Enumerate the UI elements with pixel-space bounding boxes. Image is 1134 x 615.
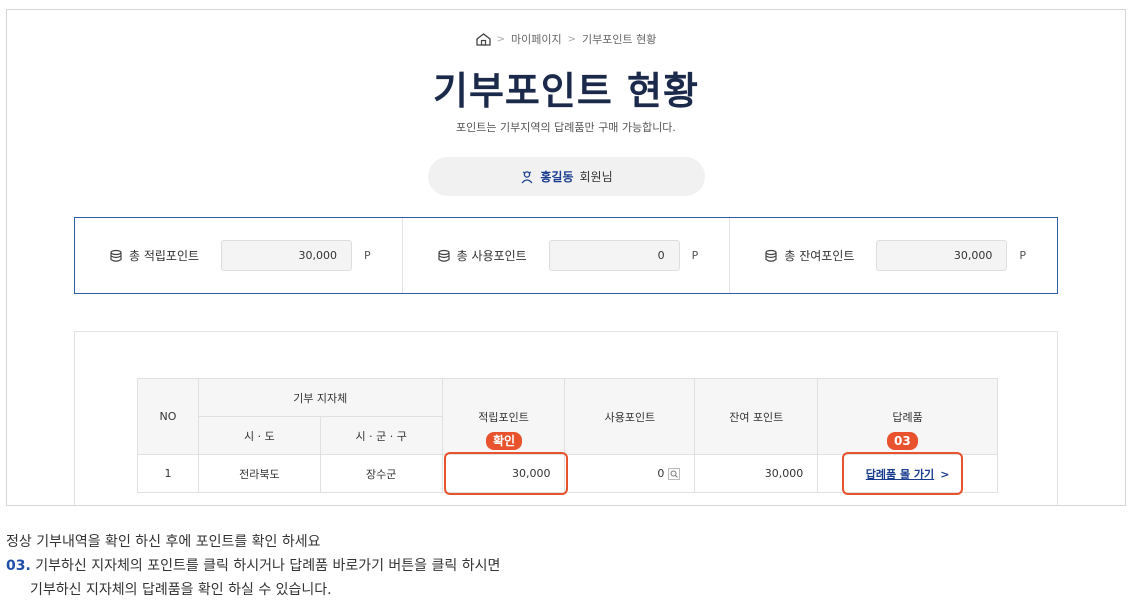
breadcrumb-current: 기부포인트 현황 (582, 33, 657, 46)
cell-sido: 전라북도 (197, 454, 321, 493)
page-subtitle: 포인트는 기부지역의 답례품만 구매 가능합니다. (456, 121, 676, 134)
highlight-earned-points (444, 452, 568, 495)
summary-label: 총 적립포인트 (129, 249, 200, 263)
instruction-text: 기부하신 지자체의 포인트를 클릭 하시거나 답례품 바로가기 버튼을 클릭 하… (30, 558, 501, 574)
search-icon[interactable] (668, 468, 681, 480)
summary-unit: P (364, 249, 371, 262)
instruction-line-1: 정상 기부내역을 확인 하신 후에 포인트를 확인 하세요 (6, 534, 321, 550)
summary-total-remaining: 총 잔여포인트 30,000 P (730, 218, 1057, 293)
summary-value: 30,000 (876, 240, 1008, 271)
user-icon (521, 170, 533, 183)
instruction-line-2: 03. 기부하신 지자체의 포인트를 클릭 하시거나 답례품 바로가기 버튼을 … (6, 554, 500, 578)
summary-label: 총 사용포인트 (456, 249, 527, 263)
coin-stack-icon (765, 249, 777, 262)
summary-label: 총 잔여포인트 (784, 249, 855, 263)
user-name: 홍길동 (540, 170, 574, 184)
summary-value: 30,000 (221, 240, 352, 271)
instructions: 정상 기부내역을 확인 하신 후에 포인트를 확인 하세요 03. 기부하신 지… (6, 530, 500, 602)
coin-stack-icon (110, 249, 122, 262)
summary-total-used: 총 사용포인트 0 P (403, 218, 731, 293)
breadcrumb-mypage[interactable]: 마이페이지 (511, 31, 562, 47)
cell-used-points: 0 (564, 454, 696, 493)
summary-unit: P (691, 249, 699, 262)
cell-sigungu: 장수군 (319, 454, 443, 493)
breadcrumb-separator: > (567, 33, 577, 45)
breadcrumb: > 마이페이지 > 기부포인트 현황 (7, 31, 1125, 47)
header-used: 사용포인트 (564, 378, 696, 455)
confirm-badge: 확인 (486, 432, 523, 450)
step-badge: 03 (887, 432, 918, 450)
coin-stack-icon (438, 249, 450, 262)
points-summary: 총 적립포인트 30,000 P 총 사용포인트 0 P 총 잔여포인트 30,… (74, 217, 1058, 294)
cell-remaining-points: 30,000 (694, 454, 819, 493)
cell-no: 1 (137, 454, 199, 493)
breadcrumb-separator: > (496, 33, 506, 45)
used-points-value: 0 (657, 467, 665, 480)
step-number: 03. (6, 558, 31, 574)
instruction-line-3: 기부하신 지자체의 답례품을 확인 하실 수 있습니다. (30, 582, 332, 598)
header-sigungu: 시 · 군 · 구 (319, 416, 443, 455)
user-suffix: 회원님 (579, 170, 613, 184)
page-title: 기부포인트 현황 (433, 69, 699, 113)
header-region: 기부 지자체 (197, 378, 443, 417)
header-sido: 시 · 도 (197, 416, 321, 455)
summary-total-earned: 총 적립포인트 30,000 P (75, 218, 403, 293)
page-frame: > 마이페이지 > 기부포인트 현황 기부포인트 현황 포인트는 기부지역의 답… (6, 9, 1126, 506)
header-no: NO (137, 378, 199, 455)
summary-value: 0 (548, 240, 680, 271)
home-icon[interactable] (475, 32, 491, 46)
summary-unit: P (1019, 249, 1026, 262)
header-remaining: 잔여 포인트 (694, 378, 819, 455)
highlight-gift-link (842, 452, 963, 495)
user-badge: 홍길동 회원님 (428, 157, 705, 196)
